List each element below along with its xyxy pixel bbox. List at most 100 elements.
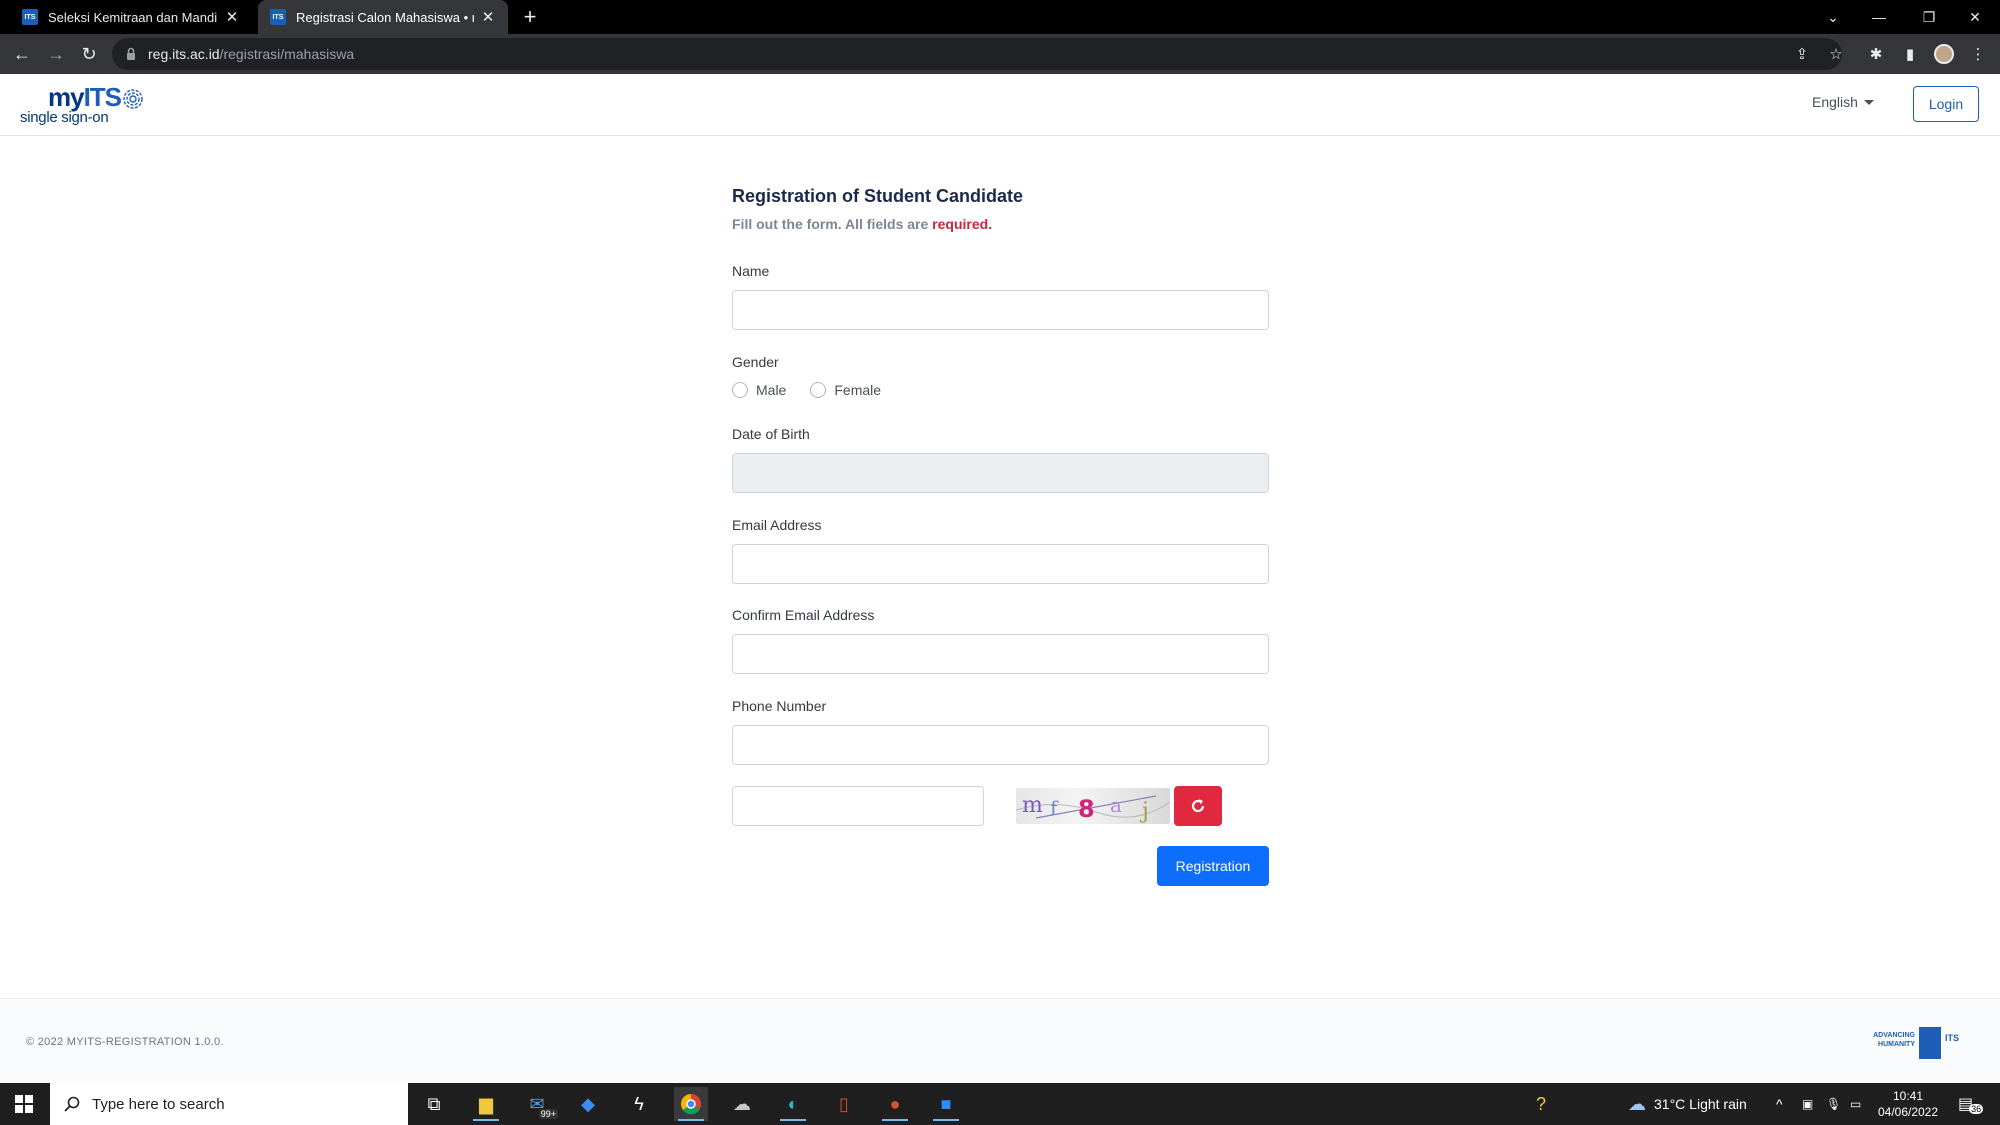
- browser-tab-bar: ITS Seleksi Kemitraan dan Mandiri P ✕ IT…: [0, 0, 2000, 34]
- male-radio[interactable]: [732, 382, 748, 398]
- gender-radio-group: Male Female: [732, 382, 897, 398]
- close-window-icon[interactable]: ✕: [1952, 0, 1998, 34]
- windows-logo-icon: [15, 1095, 33, 1113]
- notification-center-icon[interactable]: ▤ 36: [1958, 1083, 1984, 1125]
- system-clock[interactable]: 10:41 04/06/2022: [1872, 1088, 1944, 1120]
- phone-input[interactable]: [732, 725, 1269, 765]
- meet-now-icon[interactable]: ▣: [1802, 1083, 1813, 1125]
- taskbar-search-box[interactable]: Type here to search: [50, 1083, 408, 1125]
- its-favicon-icon: ITS: [270, 9, 286, 25]
- captcha-char: m: [1022, 793, 1043, 818]
- tab-search-chevron-icon[interactable]: ⌄: [1810, 0, 1856, 34]
- registration-form: Registration of Student Candidate Fill o…: [732, 186, 1269, 886]
- browser-tab-registrasi[interactable]: ITS Registrasi Calon Mahasiswa • my ✕: [258, 0, 508, 34]
- captcha-refresh-button[interactable]: [1174, 786, 1222, 826]
- site-header: myITS single sign-on English Login: [0, 74, 2000, 136]
- search-icon: [64, 1096, 80, 1112]
- badge-text: ADVANCING HUMANITY: [1873, 1032, 1915, 1048]
- show-hidden-icons-chevron-icon[interactable]: ^: [1776, 1083, 1783, 1125]
- edge-icon[interactable]: ◐: [776, 1087, 810, 1121]
- search-placeholder: Type here to search: [92, 1095, 225, 1113]
- logo-tagline: single sign-on: [20, 109, 109, 126]
- language-dropdown[interactable]: English: [1812, 94, 1874, 110]
- windows-start-button[interactable]: [0, 1083, 48, 1125]
- help-tray-icon[interactable]: ?: [1536, 1083, 1546, 1125]
- minimize-window-icon[interactable]: —: [1856, 0, 1902, 34]
- form-title: Registration of Student Candidate: [732, 186, 1024, 206]
- network-icon[interactable]: ▭: [1850, 1083, 1861, 1125]
- gender-male-option[interactable]: Male: [732, 382, 786, 398]
- dob-input[interactable]: [732, 453, 1269, 493]
- mail-badge: 99+: [538, 1109, 558, 1119]
- side-panel-icon[interactable]: ▮: [1900, 44, 1920, 64]
- gender-label: Gender: [732, 354, 779, 370]
- captcha-image: m f 8 a j: [1016, 788, 1170, 824]
- forward-arrow-icon[interactable]: →: [42, 40, 70, 68]
- browser-tab-seleksi[interactable]: ITS Seleksi Kemitraan dan Mandiri P ✕: [10, 0, 252, 34]
- login-button[interactable]: Login: [1913, 86, 1979, 122]
- registration-submit-button[interactable]: Registration: [1157, 846, 1269, 886]
- male-label: Male: [756, 382, 787, 398]
- notification-count: 36: [1969, 1104, 1984, 1114]
- back-arrow-icon[interactable]: ←: [8, 40, 36, 68]
- its-advancing-humanity-logo: ADVANCING HUMANITY ITS: [1861, 1027, 1971, 1061]
- confirm-email-input[interactable]: [732, 634, 1269, 674]
- language-label: English: [1812, 94, 1858, 110]
- weather-text: 31°C Light rain: [1654, 1096, 1747, 1112]
- dropbox-icon[interactable]: ◆: [571, 1087, 605, 1121]
- app-lightning-icon[interactable]: ϟ: [622, 1087, 656, 1121]
- weather-widget[interactable]: ☁ 31°C Light rain: [1628, 1083, 1747, 1125]
- extensions-puzzle-icon[interactable]: ✱: [1866, 44, 1886, 64]
- its-favicon-icon: ITS: [22, 9, 38, 25]
- tab-title: Registrasi Calon Mahasiswa • my: [296, 9, 474, 25]
- address-bar[interactable]: reg.its.ac.id/registrasi/mahasiswa ⇪ ☆: [112, 38, 1843, 70]
- new-tab-plus-icon[interactable]: +: [518, 4, 542, 29]
- myits-logo[interactable]: myITS single sign-on: [20, 82, 150, 128]
- share-icon[interactable]: ⇪: [1792, 44, 1812, 64]
- gender-female-option[interactable]: Female: [810, 382, 881, 398]
- female-label: Female: [834, 382, 882, 398]
- captcha-input[interactable]: [732, 786, 984, 826]
- phone-label: Phone Number: [732, 698, 827, 714]
- browser-toolbar: ← → ↻ reg.its.ac.id/registrasi/mahasiswa…: [0, 34, 2000, 74]
- browser-menu-kebab-icon[interactable]: ⋮: [1968, 44, 1988, 64]
- microphone-icon[interactable]: 🎙: [1826, 1083, 1841, 1125]
- restore-window-icon[interactable]: ❐: [1906, 0, 1952, 34]
- lock-icon: [127, 47, 135, 60]
- female-radio[interactable]: [810, 382, 827, 398]
- copyright-text: © 2022 MYITS-REGISTRATION 1.0.0.: [26, 1036, 224, 1048]
- close-tab-icon[interactable]: ✕: [224, 9, 240, 26]
- chrome-icon[interactable]: [674, 1087, 708, 1121]
- captcha-char: f: [1050, 796, 1059, 820]
- bookmark-star-icon[interactable]: ☆: [1826, 44, 1846, 64]
- its-emblem-icon: [1919, 1027, 1941, 1059]
- captcha-char: 8: [1078, 795, 1095, 823]
- email-input[interactable]: [732, 544, 1269, 584]
- captcha-char: a: [1110, 793, 1122, 817]
- reload-icon[interactable]: ↻: [75, 40, 103, 68]
- refresh-icon: [1191, 799, 1205, 813]
- profile-avatar-icon[interactable]: [1934, 44, 1954, 64]
- name-input[interactable]: [732, 290, 1269, 330]
- windows-taskbar: Type here to search ⧉ ▆ ✉ 99+ ◆ ϟ ☁ ◐ ▯ …: [0, 1083, 2000, 1125]
- office-icon[interactable]: ▯: [827, 1087, 861, 1121]
- page-footer: © 2022 MYITS-REGISTRATION 1.0.0. ADVANCI…: [0, 998, 2000, 1083]
- zoom-icon[interactable]: ■: [929, 1087, 963, 1121]
- badge-its-text: ITS: [1945, 1033, 1960, 1043]
- caret-down-icon: [1863, 99, 1874, 105]
- chat-app-icon[interactable]: ☁: [725, 1087, 759, 1121]
- task-view-icon[interactable]: ⧉: [417, 1087, 451, 1121]
- form-subtitle: Fill out the form. All fields are requir…: [732, 216, 993, 232]
- fingerprint-icon: [123, 89, 143, 109]
- tab-title: Seleksi Kemitraan dan Mandiri P: [48, 9, 218, 25]
- confirm-email-label: Confirm Email Address: [732, 607, 875, 623]
- captcha-char: j: [1139, 799, 1149, 824]
- file-explorer-icon[interactable]: ▆: [469, 1087, 503, 1121]
- url-text: reg.its.ac.id/registrasi/mahasiswa: [148, 46, 355, 62]
- mail-icon[interactable]: ✉ 99+: [520, 1087, 558, 1121]
- powerpoint-icon[interactable]: ●: [878, 1087, 912, 1121]
- clock-time: 10:41: [1892, 1089, 1924, 1103]
- cloud-rain-icon: ☁: [1628, 1093, 1646, 1114]
- email-label: Email Address: [732, 517, 822, 533]
- close-tab-icon[interactable]: ✕: [480, 9, 496, 26]
